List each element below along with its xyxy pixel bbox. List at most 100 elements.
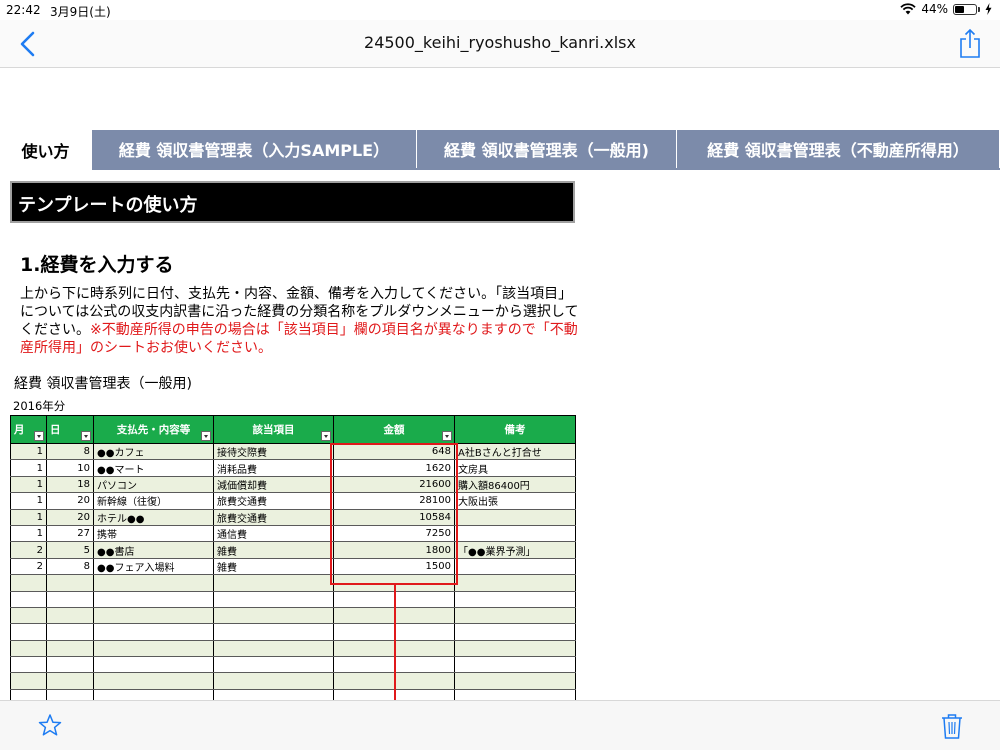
table-cell[interactable]: ホテル●● [93, 509, 214, 526]
table-cell[interactable]: 携帯 [93, 525, 214, 543]
table-cell[interactable]: 1 [10, 525, 47, 543]
table-cell[interactable]: 1 [10, 476, 47, 494]
table-cell[interactable]: A社Bさんと打合せ [454, 443, 576, 461]
table-cell[interactable]: 「●●業界予測」 [454, 541, 576, 559]
table-cell[interactable] [93, 672, 214, 690]
table-cell[interactable] [10, 672, 47, 690]
table-cell[interactable]: 接待交際費 [213, 443, 334, 461]
favorite-button[interactable] [36, 712, 64, 740]
table-cell[interactable] [10, 623, 47, 641]
table-cell[interactable]: 大阪出張 [454, 492, 576, 510]
table-cell[interactable] [46, 623, 94, 641]
table-cell[interactable] [93, 640, 214, 658]
table-cell[interactable]: 2 [10, 558, 47, 576]
table-cell[interactable] [46, 607, 94, 625]
table-row [10, 591, 576, 608]
table-cell[interactable]: ●●書店 [93, 541, 214, 559]
tab-usage[interactable]: 使い方 [0, 132, 92, 168]
table-cell[interactable] [454, 574, 576, 592]
wifi-icon [900, 3, 916, 15]
table-cell[interactable]: 1 [10, 509, 47, 526]
table-cell[interactable] [93, 656, 214, 674]
table-cell[interactable] [46, 640, 94, 658]
table-cell[interactable] [10, 574, 47, 592]
table-cell[interactable] [213, 623, 334, 641]
table-cell[interactable]: 20 [46, 509, 94, 526]
tab-general[interactable]: 経費 領収書管理表（一般用) [417, 130, 677, 168]
filter-dropdown-icon[interactable] [442, 431, 452, 441]
table-row: 1 18 パソコン 減価償却費 21600 購入額86400円 [10, 476, 576, 494]
table-cell[interactable] [93, 607, 214, 625]
table-cell[interactable]: 27 [46, 525, 94, 543]
table-cell[interactable] [454, 672, 576, 690]
table-cell[interactable] [454, 607, 576, 625]
table-cell[interactable]: 消耗品費 [213, 459, 334, 477]
filter-dropdown-icon[interactable] [321, 431, 331, 441]
table-cell[interactable]: ●●フェア入場料 [93, 558, 214, 576]
table-row: 1 10 ●●マート 消耗品費 1620 文房具 [10, 459, 576, 477]
delete-button[interactable] [940, 712, 964, 740]
table-cell[interactable]: 旅費交通費 [213, 492, 334, 510]
table-cell[interactable] [46, 591, 94, 608]
status-date: 3月9日(土) [50, 5, 111, 19]
table-cell[interactable] [46, 672, 94, 690]
table-cell[interactable] [213, 574, 334, 592]
table-cell[interactable]: 1 [10, 459, 47, 477]
table-cell[interactable]: 文房具 [454, 459, 576, 477]
tab-real-estate[interactable]: 経費 領収書管理表（不動産所得用） [677, 130, 1000, 168]
table-cell[interactable]: 5 [46, 541, 94, 559]
table-cell[interactable]: パソコン [93, 476, 214, 494]
filter-dropdown-icon[interactable] [81, 431, 91, 441]
table-cell[interactable] [10, 640, 47, 658]
table-cell[interactable]: 雑費 [213, 541, 334, 559]
table-cell[interactable] [10, 656, 47, 674]
table-cell[interactable] [10, 607, 47, 625]
table-cell[interactable] [93, 623, 214, 641]
table-cell[interactable] [213, 640, 334, 658]
trash-icon [942, 714, 962, 739]
table-cell[interactable] [454, 656, 576, 674]
table-cell[interactable] [454, 558, 576, 576]
table-cell[interactable]: 購入額86400円 [454, 476, 576, 494]
table-cell[interactable] [454, 623, 576, 641]
table-cell[interactable] [93, 574, 214, 592]
table-cell[interactable]: ●●カフェ [93, 443, 214, 461]
table-cell[interactable] [213, 591, 334, 608]
table-cell[interactable]: ●●マート [93, 459, 214, 477]
table-cell[interactable] [213, 672, 334, 690]
table-cell[interactable]: 1 [10, 492, 47, 510]
table-cell[interactable] [213, 607, 334, 625]
tab-input-sample[interactable]: 経費 領収書管理表（入力SAMPLE） [92, 130, 417, 168]
table-cell[interactable]: 10 [46, 459, 94, 477]
table-cell[interactable]: 8 [46, 558, 94, 576]
table-cell[interactable]: 1 [10, 443, 47, 461]
table-cell[interactable]: 8 [46, 443, 94, 461]
table-cell[interactable] [454, 509, 576, 526]
share-button[interactable] [958, 28, 982, 60]
table-cell[interactable]: 20 [46, 492, 94, 510]
table-cell[interactable] [46, 656, 94, 674]
table-cell[interactable]: 通信費 [213, 525, 334, 543]
table-cell[interactable] [10, 591, 47, 608]
table-cell[interactable] [213, 656, 334, 674]
table-cell[interactable]: 18 [46, 476, 94, 494]
filter-dropdown-icon[interactable] [201, 431, 211, 441]
year-label: 2016年分 [13, 399, 66, 413]
table-cell[interactable]: 旅費交通費 [213, 509, 334, 526]
table-cell[interactable] [93, 591, 214, 608]
table-row [10, 607, 576, 625]
table-cell[interactable] [454, 525, 576, 543]
charging-icon [985, 3, 992, 15]
table-cell[interactable] [454, 640, 576, 658]
table-cell[interactable]: 雑費 [213, 558, 334, 576]
table-cell[interactable] [46, 574, 94, 592]
nav-bar: 24500_keihi_ryoshusho_kanri.xlsx [0, 20, 1000, 68]
table-cell[interactable]: 減価償却費 [213, 476, 334, 494]
table-row [10, 656, 576, 674]
table-row: 2 5 ●●書店 雑費 1800 「●●業界予測」 [10, 541, 576, 559]
table-cell[interactable] [454, 591, 576, 608]
filter-dropdown-icon[interactable] [34, 431, 44, 441]
table-cell[interactable]: 2 [10, 541, 47, 559]
table-cell[interactable]: 新幹線（往復） [93, 492, 214, 510]
amount-highlight-box [330, 443, 458, 585]
